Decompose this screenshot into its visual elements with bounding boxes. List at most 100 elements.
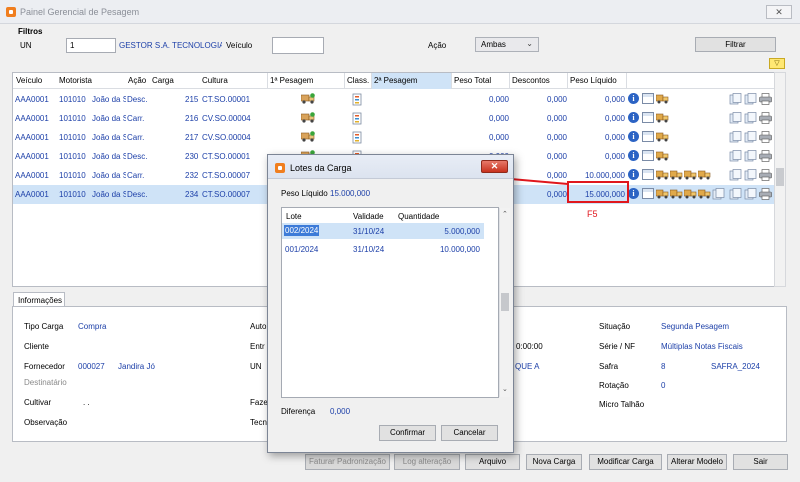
veiculo-label: Veículo (226, 41, 253, 50)
lotes-vertical-scrollbar[interactable]: ⌃ ⌄ (499, 208, 510, 397)
log-alteracao-button[interactable]: Log alteração (394, 454, 460, 470)
sair-button[interactable]: Sair (733, 454, 788, 470)
table-icon[interactable] (642, 188, 654, 199)
report-icon[interactable] (729, 131, 743, 143)
arquivo-button[interactable]: Arquivo (465, 454, 520, 470)
report-icon[interactable] (729, 150, 743, 162)
confirmar-button[interactable]: Confirmar (379, 425, 436, 441)
pesagem-truck-icon[interactable] (300, 112, 315, 123)
info-icon[interactable]: i (628, 112, 639, 123)
veiculo-input[interactable] (272, 37, 324, 54)
classificacao-doc-icon[interactable] (352, 112, 363, 125)
col-motorista[interactable]: Motorista (59, 76, 92, 85)
micro-talhao-label: Micro Talhão (599, 400, 645, 409)
col-acao[interactable]: Ação (128, 76, 146, 85)
truck-icon[interactable] (655, 112, 669, 123)
col-cultura[interactable]: Cultura (202, 76, 228, 85)
pesagem-truck-icon[interactable] (300, 93, 315, 104)
lote-row[interactable]: 002/2024 31/10/24 5.000,000 (282, 223, 484, 239)
motorista-code-cell: 101010 (59, 152, 86, 161)
info-icon[interactable]: i (628, 169, 639, 180)
cultura-cell: CT.SO.00001 (202, 152, 251, 161)
printer-icon[interactable] (759, 188, 772, 200)
un-input[interactable]: 1 (66, 38, 116, 53)
col-2a-pesagem[interactable]: 2ª Pesagem (371, 73, 451, 89)
col-peso-liquido[interactable]: Peso Líquido (567, 73, 627, 89)
col-validade[interactable]: Validade (353, 212, 384, 221)
serie-nf-label: Série / NF (599, 342, 636, 351)
col-carga[interactable]: Carga (152, 76, 174, 85)
col-quantidade[interactable]: Quantidade (398, 212, 439, 221)
lote-row[interactable]: 001/2024 31/10/24 10.000,000 (282, 241, 484, 257)
filtrar-button[interactable]: Filtrar (695, 37, 776, 52)
faturar-padronizacao-button[interactable]: Faturar Padronização (305, 454, 390, 470)
copy-icon[interactable] (744, 112, 758, 124)
table-icon[interactable] (642, 150, 654, 161)
col-veiculo[interactable]: Veículo (16, 76, 42, 85)
copy-icon[interactable] (744, 131, 758, 143)
pages-icon[interactable] (712, 188, 726, 200)
truck-icon[interactable] (655, 131, 669, 142)
col-class[interactable]: Class. (344, 73, 371, 89)
truck-icon[interactable] (655, 188, 669, 199)
col-peso-total[interactable]: Peso Total (451, 73, 509, 89)
truck-icon[interactable] (655, 93, 669, 104)
truck-icon[interactable] (669, 188, 683, 199)
modificar-carga-button[interactable]: Modificar Carga (589, 454, 662, 470)
lotes-scroll-thumb[interactable] (501, 293, 509, 311)
info-icon[interactable]: i (628, 150, 639, 161)
printer-icon[interactable] (759, 93, 772, 105)
report-icon[interactable] (729, 169, 743, 181)
table-icon[interactable] (642, 169, 654, 180)
copy-icon[interactable] (744, 93, 758, 105)
lote-cell[interactable]: 002/2024 (284, 225, 320, 236)
col-lote[interactable]: Lote (286, 212, 302, 221)
printer-icon[interactable] (759, 112, 772, 124)
table-icon[interactable] (642, 131, 654, 142)
observacao-label: Observação (24, 418, 68, 427)
printer-icon[interactable] (759, 169, 772, 181)
truck-icon[interactable] (697, 169, 711, 180)
report-icon[interactable] (729, 188, 743, 200)
classificacao-doc-icon[interactable] (352, 93, 363, 106)
printer-icon[interactable] (759, 150, 772, 162)
table-row[interactable]: AAA0001 101010 João da S Carr. 216 CV.SO.0000… (13, 109, 774, 128)
col-descontos[interactable]: Descontos (509, 73, 567, 89)
copy-icon[interactable] (744, 169, 758, 181)
truck-icon[interactable] (697, 188, 711, 199)
truck-icon[interactable] (683, 169, 697, 180)
grid-scroll-thumb[interactable] (776, 168, 784, 186)
window-close-button[interactable]: ✕ (766, 5, 792, 19)
info-icon[interactable]: i (628, 131, 639, 142)
classificacao-doc-icon[interactable] (352, 131, 363, 144)
report-icon[interactable] (729, 93, 743, 105)
motorista-code-cell: 101010 (59, 171, 86, 180)
col-1a-pesagem[interactable]: 1ª Pesagem (267, 73, 343, 89)
scroll-down-icon[interactable]: ⌄ (502, 385, 508, 393)
truck-icon[interactable] (683, 188, 697, 199)
truck-icon[interactable] (669, 169, 683, 180)
info-icon[interactable]: i (628, 188, 639, 199)
acao-select[interactable]: Ambas ⌄ (475, 37, 539, 52)
truck-icon[interactable] (655, 150, 669, 161)
table-icon[interactable] (642, 93, 654, 104)
alterar-modelo-button[interactable]: Alterar Modelo (667, 454, 727, 470)
table-row[interactable]: AAA0001 101010 João da S Desc. 215 CT.SO.0000… (13, 90, 774, 109)
acao-cell: Carr. (127, 114, 145, 123)
veiculo-cell: AAA0001 (15, 152, 49, 161)
table-row[interactable]: AAA0001 101010 João da S Carr. 217 CV.SO.0000… (13, 128, 774, 147)
cancelar-button[interactable]: Cancelar (441, 425, 498, 441)
nova-carga-button[interactable]: Nova Carga (526, 454, 582, 470)
table-icon[interactable] (642, 112, 654, 123)
report-icon[interactable] (729, 112, 743, 124)
copy-icon[interactable] (744, 150, 758, 162)
scroll-up-icon[interactable]: ⌃ (502, 210, 508, 218)
copy-icon[interactable] (744, 188, 758, 200)
collapse-chevron-icon[interactable]: ▽ (769, 58, 785, 69)
pesagem-truck-icon[interactable] (300, 131, 315, 142)
printer-icon[interactable] (759, 131, 772, 143)
truck-icon[interactable] (655, 169, 669, 180)
dialog-close-button[interactable]: ✕ (481, 160, 508, 173)
info-icon[interactable]: i (628, 93, 639, 104)
informacoes-tab[interactable]: Informações (13, 292, 65, 307)
